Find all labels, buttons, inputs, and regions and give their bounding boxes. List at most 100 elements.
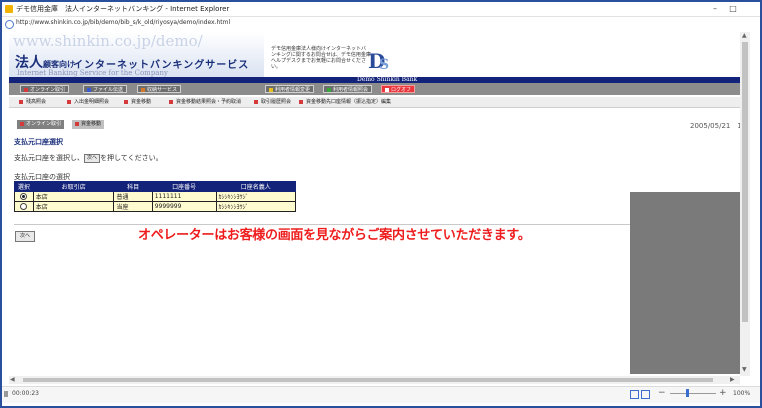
menu-file-icon [87, 87, 91, 92]
browser-window: デモ信用金庫 法人インターネットバンキング - Internet Explore… [0, 0, 762, 408]
col-select: 選択 [14, 181, 34, 192]
menu-user-change[interactable]: 利用者情報変更 [265, 85, 315, 93]
zoom-slider-knob[interactable] [686, 389, 689, 397]
col-number: 口座番号 [151, 181, 217, 192]
menu-online-label: オンライン取引 [30, 87, 66, 93]
submenu-balance[interactable]: 残高照会 [19, 98, 46, 106]
menu-online[interactable]: オンライン取引 [20, 85, 70, 93]
submenu-history[interactable]: 取引履歴照会 [254, 98, 291, 106]
bullet-icon [254, 99, 258, 104]
instruction-before: 支払元口座を選択し、 [14, 154, 84, 162]
scroll-down-icon[interactable]: ▼ [742, 366, 747, 373]
bullet-icon [124, 99, 128, 104]
radio-unselected[interactable] [20, 203, 28, 210]
logoff-icon [385, 87, 389, 92]
full-view-icon[interactable] [641, 390, 650, 399]
table-row[interactable]: 本店 当座 9999999 ｶｼｼｷﾝｼﾖｳｼﾞ [14, 201, 297, 212]
elapsed-time: 00:00:23 [12, 390, 39, 397]
banner-english-title: Internet Banking Service for the Company [17, 69, 168, 77]
vertical-scrollbar[interactable]: ▲ ▼ [740, 32, 750, 376]
breadcrumb-transfer-label: 資金移動 [81, 121, 102, 127]
menu-payment-icon [141, 87, 145, 92]
main-menu: オンライン取引 ファイル伝送 収納サービス 利用者情報変更 利用者情報照会 ログ… [9, 83, 740, 95]
menu-user-info[interactable]: 利用者情報照会 [323, 85, 373, 93]
account-table: 選択 お取引店 科目 口座番号 口座名義人 本店 普通 1111111 ｶｼｼｷ… [14, 181, 297, 212]
cell-holder: ｶｼｼｷﾝｼﾖｳｼﾞ [215, 201, 297, 212]
bullet-icon [20, 121, 24, 126]
cell-type: 普通 [113, 191, 153, 202]
minimize-button[interactable]: – [708, 3, 722, 15]
breadcrumb-transfer: 資金移動 [72, 120, 105, 129]
breadcrumb-online-label: オンライン取引 [26, 121, 62, 127]
logoff-label: ログオフ [391, 87, 412, 93]
menu-payment-label: 収納サービス [147, 87, 178, 93]
cell-number: 9999999 [151, 201, 217, 212]
page-title: 支払元口座選択 [14, 138, 63, 146]
instruction-next-chip: 次へ [84, 153, 101, 163]
recording-icon [4, 391, 8, 397]
submenu-statement-label: 入出金明細照会 [74, 99, 110, 105]
maximize-button[interactable]: □ [726, 3, 740, 15]
zoom-in-button[interactable]: + [719, 388, 727, 398]
address-bar[interactable]: http://www.shinkin.co.jp/bib/demo/bib_s/… [2, 17, 760, 29]
banner-corp-small: 顧客向け [43, 60, 75, 69]
ie-icon [5, 5, 13, 13]
zoom-slider[interactable] [670, 393, 716, 394]
vertical-scroll-thumb[interactable] [742, 42, 748, 322]
horizontal-scroll-thumb[interactable] [23, 378, 713, 382]
cell-type: 当座 [113, 201, 153, 212]
sub-menu: 残高照会 入出金明細照会 資金移動 資金移動結果照会・予約取消 取引履歴照会 資… [9, 97, 740, 108]
submenu-transfer-label: 資金移動 [131, 99, 152, 105]
globe-icon [5, 20, 14, 29]
fit-view-icon[interactable] [630, 390, 639, 399]
submenu-history-label: 取引履歴照会 [261, 99, 292, 105]
cell-number: 1111111 [151, 191, 217, 202]
submenu-statement[interactable]: 入出金明細照会 [67, 98, 109, 106]
status-bar: 00:00:23 − + 100% [2, 386, 760, 403]
radio-selected[interactable] [20, 193, 28, 200]
menu-file-label: ファイル伝送 [93, 87, 124, 93]
menu-user-info-label: 利用者情報照会 [333, 87, 369, 93]
scroll-left-icon[interactable]: ◀ [10, 376, 15, 383]
next-button[interactable]: 次へ [15, 231, 36, 242]
bullet-icon [67, 99, 71, 104]
horizontal-scrollbar[interactable]: ◀ ▶ [9, 376, 740, 384]
instruction-text: 支払元口座を選択し、 次へ を押してください。 [14, 153, 163, 163]
scroll-right-icon[interactable]: ▶ [730, 376, 735, 383]
col-branch: お取引店 [32, 181, 115, 192]
table-header-row: 選択 お取引店 科目 口座番号 口座名義人 [14, 181, 297, 192]
submenu-balance-label: 残高照会 [26, 99, 47, 105]
col-holder: 口座名義人 [215, 181, 297, 192]
title-bar: デモ信用金庫 法人インターネットバンキング - Internet Explore… [2, 2, 760, 17]
scroll-up-icon[interactable]: ▲ [742, 32, 747, 39]
row-radio-cell[interactable] [14, 201, 34, 212]
menu-payment[interactable]: 収納サービス [137, 85, 182, 93]
banner-ghost-url: www.shinkin.co.jp/demo/ [13, 32, 203, 50]
logoff-button[interactable]: ログオフ [381, 85, 416, 93]
bullet-icon [75, 121, 79, 126]
banner-logo-area: www.shinkin.co.jp/demo/ 法人顧客向け インターネットバン… [9, 32, 264, 78]
bank-logo-icon: DS [368, 49, 390, 73]
bank-name: Demo Shinkin Bank [357, 76, 418, 83]
banner-note: デモ信用金庫法人様向けインターネットバンキングに関するお問合せは、デモ信用金庫ヘ… [271, 46, 371, 70]
window-title: デモ信用金庫 法人インターネットバンキング - Internet Explore… [16, 5, 230, 13]
zoom-out-button[interactable]: − [658, 388, 666, 398]
breadcrumb-online: オンライン取引 [17, 120, 65, 129]
bullet-icon [169, 99, 173, 104]
menu-online-icon [24, 87, 28, 92]
bullet-icon [299, 99, 303, 104]
site-banner: www.shinkin.co.jp/demo/ 法人顧客向け インターネットバン… [9, 32, 740, 78]
url-text: http://www.shinkin.co.jp/bib/demo/bib_s/… [16, 19, 231, 26]
row-radio-cell[interactable] [14, 191, 34, 202]
instruction-after: を押してください。 [100, 154, 163, 162]
masked-area [630, 192, 740, 374]
table-row[interactable]: 本店 普通 1111111 ｶｼｼｷﾝｼﾖｳｼﾞ [14, 191, 297, 202]
submenu-transfer[interactable]: 資金移動 [124, 98, 151, 106]
submenu-transfer-result[interactable]: 資金移動結果照会・予約取消 [169, 98, 241, 106]
bullet-icon [19, 99, 23, 104]
cell-branch: 本店 [32, 191, 115, 202]
submenu-transfer-result-label: 資金移動結果照会・予約取消 [176, 99, 242, 105]
submenu-account-edit[interactable]: 資金移動先口座情報（振込指定）編集 [299, 98, 391, 106]
menu-file-transfer[interactable]: ファイル伝送 [83, 85, 128, 93]
operator-caption: オペレーターはお客様の画面を見ながらご案内させていただきます。 [138, 228, 531, 243]
